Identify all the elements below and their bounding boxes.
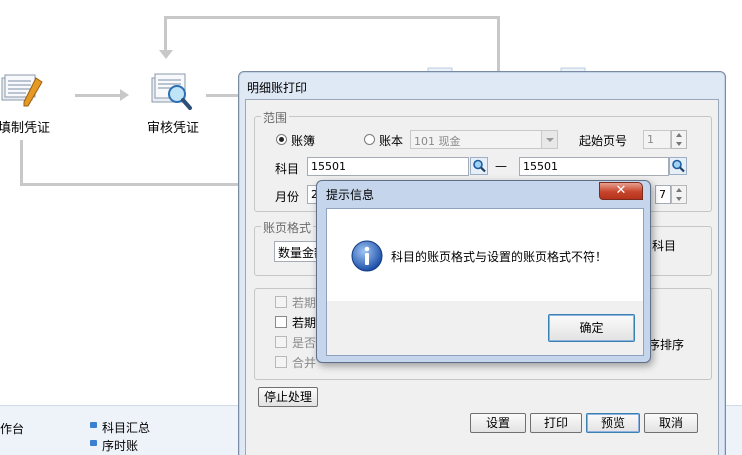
month-to-value: 7	[659, 188, 666, 201]
alert-panel: 科目的账页格式与设置的账页格式不符！ 确定	[326, 208, 644, 356]
range-dash: —	[495, 159, 507, 173]
subject-to-input[interactable]: 15501	[519, 157, 669, 176]
alert-message: 科目的账页格式与设置的账页格式不符！	[391, 250, 608, 264]
close-icon: ✕	[615, 183, 627, 198]
option-checkbox-2[interactable]	[275, 316, 287, 328]
option-label-3: 是否	[292, 336, 317, 350]
ok-button[interactable]: 确定	[548, 314, 635, 342]
option-label-2: 若期	[292, 316, 317, 330]
flow-line-fill-to-audit	[75, 94, 120, 97]
audit-voucher-icon[interactable]	[148, 68, 194, 114]
audit-voucher-label[interactable]: 审核凭证	[147, 117, 199, 136]
month-label: 月份	[275, 190, 300, 204]
list-bullet-icon	[90, 440, 97, 446]
preview-button[interactable]: 预览	[586, 413, 640, 433]
range-legend: 范围	[261, 109, 290, 126]
flow-arrow-down	[159, 50, 173, 59]
subject-to-value: 15501	[523, 160, 558, 173]
list-bullet-icon	[90, 422, 97, 428]
alert-title: 提示信息	[326, 188, 375, 202]
flow-line-top	[165, 16, 499, 19]
alert-message-area: 科目的账页格式与设置的账页格式不符！	[327, 209, 643, 301]
book-radio[interactable]	[364, 134, 375, 145]
start-page-input[interactable]: 1	[643, 130, 671, 149]
flow-line-bottom	[20, 183, 240, 186]
sort-order-label: 序排序	[648, 338, 685, 352]
ledger-radio[interactable]	[276, 134, 287, 145]
close-button[interactable]: ✕	[599, 182, 643, 200]
option-checkbox-4[interactable]	[275, 356, 287, 368]
start-page-value: 1	[647, 133, 654, 146]
option-label-1: 若期	[292, 296, 317, 310]
cancel-button[interactable]: 取消	[644, 413, 698, 433]
search-icon[interactable]	[669, 157, 687, 175]
flow-line-top-right-vertical	[497, 16, 500, 76]
option-checkbox-1[interactable]	[275, 296, 287, 308]
format-right-label: 科目	[652, 239, 677, 253]
book-select-value: 101 现金	[414, 135, 461, 148]
subject-from-value: 15501	[311, 160, 346, 173]
search-icon[interactable]	[470, 157, 488, 175]
start-page-stepper[interactable]	[671, 130, 687, 149]
print-button[interactable]: 打印	[530, 413, 582, 433]
flow-line-audit-right	[206, 94, 239, 97]
dialog-title: 明细账打印	[247, 81, 308, 95]
book-select[interactable]: 101 现金	[410, 130, 558, 149]
start-page-label: 起始页号	[579, 134, 628, 148]
fill-voucher-icon[interactable]	[0, 68, 44, 114]
fill-voucher-label[interactable]: 填制凭证	[0, 117, 50, 136]
subject-from-input[interactable]: 15501	[307, 157, 469, 176]
page-format-legend: 账页格式	[261, 219, 314, 236]
settings-button[interactable]: 设置	[470, 413, 526, 433]
flow-arrow-right	[120, 89, 129, 101]
workbench-label: 作台	[0, 422, 25, 436]
chevron-down-icon[interactable]	[541, 131, 557, 148]
option-checkbox-3[interactable]	[275, 336, 287, 348]
month-to-input[interactable]: 7	[655, 185, 671, 204]
flow-line-left-vertical	[20, 140, 23, 185]
month-to-stepper[interactable]	[671, 185, 687, 204]
subject-label: 科目	[275, 162, 300, 176]
ledger-radio-label[interactable]: 账簿	[291, 132, 315, 149]
flow-line-top-left-vertical	[164, 16, 167, 52]
alert-dialog: 提示信息 ✕ 科目的账页格式与设置的账页格式不符！ 确定	[316, 180, 651, 363]
book-radio-label[interactable]: 账本	[379, 132, 403, 149]
stop-processing-button[interactable]: 停止处理	[258, 387, 318, 407]
subject-summary-link[interactable]: 科目汇总	[102, 419, 150, 436]
info-icon	[351, 240, 383, 272]
option-label-4: 合并	[292, 356, 317, 370]
sequence-ledger-link[interactable]: 序时账	[102, 437, 138, 454]
